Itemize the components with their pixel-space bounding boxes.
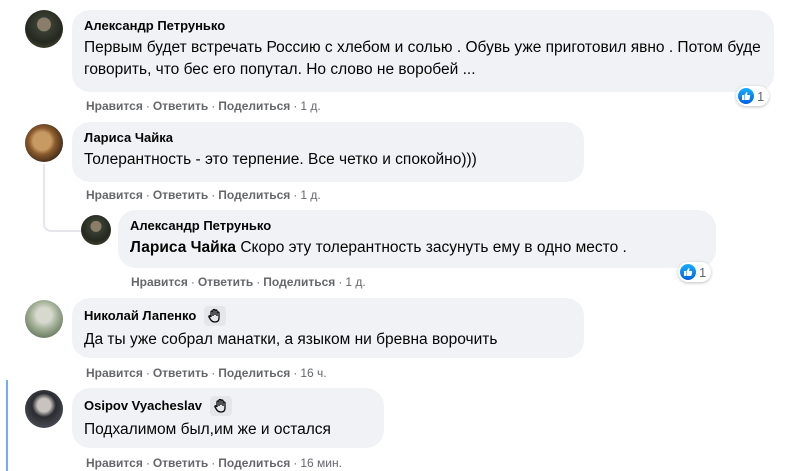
- reply-button[interactable]: Ответить: [153, 366, 208, 380]
- new-comment-indicator: [6, 380, 8, 471]
- wave-icon: [204, 306, 227, 326]
- comment-author[interactable]: Лариса Чайка: [84, 130, 572, 146]
- comment-text: Подхалимом был,им же и остался: [84, 421, 331, 438]
- comment-bubble: Лариса Чайка Толерантность - это терпени…: [72, 122, 584, 182]
- share-button[interactable]: Поделиться: [218, 188, 290, 202]
- comment-actions: Нравится · Ответить · Поделиться · 16 ч.: [86, 366, 327, 380]
- comment-actions: Нравится · Ответить · Поделиться · 1 д.: [131, 275, 366, 289]
- comment-text: Первым будет встречать Россию с хлебом и…: [84, 39, 761, 78]
- top-edge: [0, 0, 800, 4]
- comment-text: Да ты уже собрал манатки, а языком ни бр…: [84, 331, 498, 348]
- comment-author[interactable]: Osipov Vyacheslav: [84, 396, 372, 416]
- comment-text: Лариса Чайка Скоро эту толерантность зас…: [130, 239, 627, 256]
- timestamp[interactable]: 16 мин.: [300, 456, 342, 470]
- comment-bubble: Александр Петрунько Первым будет встреча…: [72, 10, 774, 92]
- comment-author[interactable]: Александр Петрунько: [130, 218, 704, 234]
- like-button[interactable]: Нравится: [131, 275, 188, 289]
- reply-button[interactable]: Ответить: [153, 188, 208, 202]
- like-button[interactable]: Нравится: [86, 99, 143, 113]
- reaction-count[interactable]: 1: [678, 262, 712, 282]
- like-icon: [680, 264, 696, 280]
- avatar[interactable]: [25, 300, 63, 338]
- comment-bubble: Николай Лапенко Да ты уже собрал манатки…: [72, 298, 584, 358]
- timestamp[interactable]: 16 ч.: [300, 366, 326, 380]
- comment-author[interactable]: Николай Лапенко: [84, 306, 572, 326]
- reply-button[interactable]: Ответить: [153, 456, 208, 470]
- comment-actions: Нравится · Ответить · Поделиться · 16 мин.: [86, 456, 342, 470]
- avatar[interactable]: [25, 124, 63, 162]
- timestamp[interactable]: 1 д.: [300, 188, 320, 202]
- timestamp[interactable]: 1 д.: [300, 99, 320, 113]
- share-button[interactable]: Поделиться: [218, 99, 290, 113]
- wave-icon: [210, 396, 233, 416]
- reply-button[interactable]: Ответить: [153, 99, 208, 113]
- thread-connector: [43, 200, 81, 232]
- comment-actions: Нравится · Ответить · Поделиться · 1 д.: [86, 99, 321, 113]
- reply-button[interactable]: Ответить: [198, 275, 253, 289]
- thread-line: [43, 164, 45, 204]
- mention-link[interactable]: Лариса Чайка: [130, 239, 236, 256]
- avatar[interactable]: [25, 390, 63, 428]
- reaction-count[interactable]: 1: [736, 86, 770, 106]
- comment-text: Толерантность - это терпение. Все четко …: [84, 151, 477, 168]
- reply-bubble: Александр Петрунько Лариса Чайка Скоро э…: [118, 210, 716, 268]
- like-button[interactable]: Нравится: [86, 188, 143, 202]
- comment-author[interactable]: Александр Петрунько: [84, 18, 762, 34]
- timestamp[interactable]: 1 д.: [345, 275, 365, 289]
- share-button[interactable]: Поделиться: [218, 456, 290, 470]
- like-button[interactable]: Нравится: [86, 456, 143, 470]
- like-button[interactable]: Нравится: [86, 366, 143, 380]
- share-button[interactable]: Поделиться: [218, 366, 290, 380]
- avatar[interactable]: [81, 215, 111, 245]
- comment-actions: Нравится · Ответить · Поделиться · 1 д.: [86, 188, 321, 202]
- like-icon: [738, 88, 754, 104]
- comment-bubble: Osipov Vyacheslav Подхалимом был,им же и…: [72, 388, 384, 448]
- share-button[interactable]: Поделиться: [263, 275, 335, 289]
- avatar[interactable]: [25, 10, 63, 48]
